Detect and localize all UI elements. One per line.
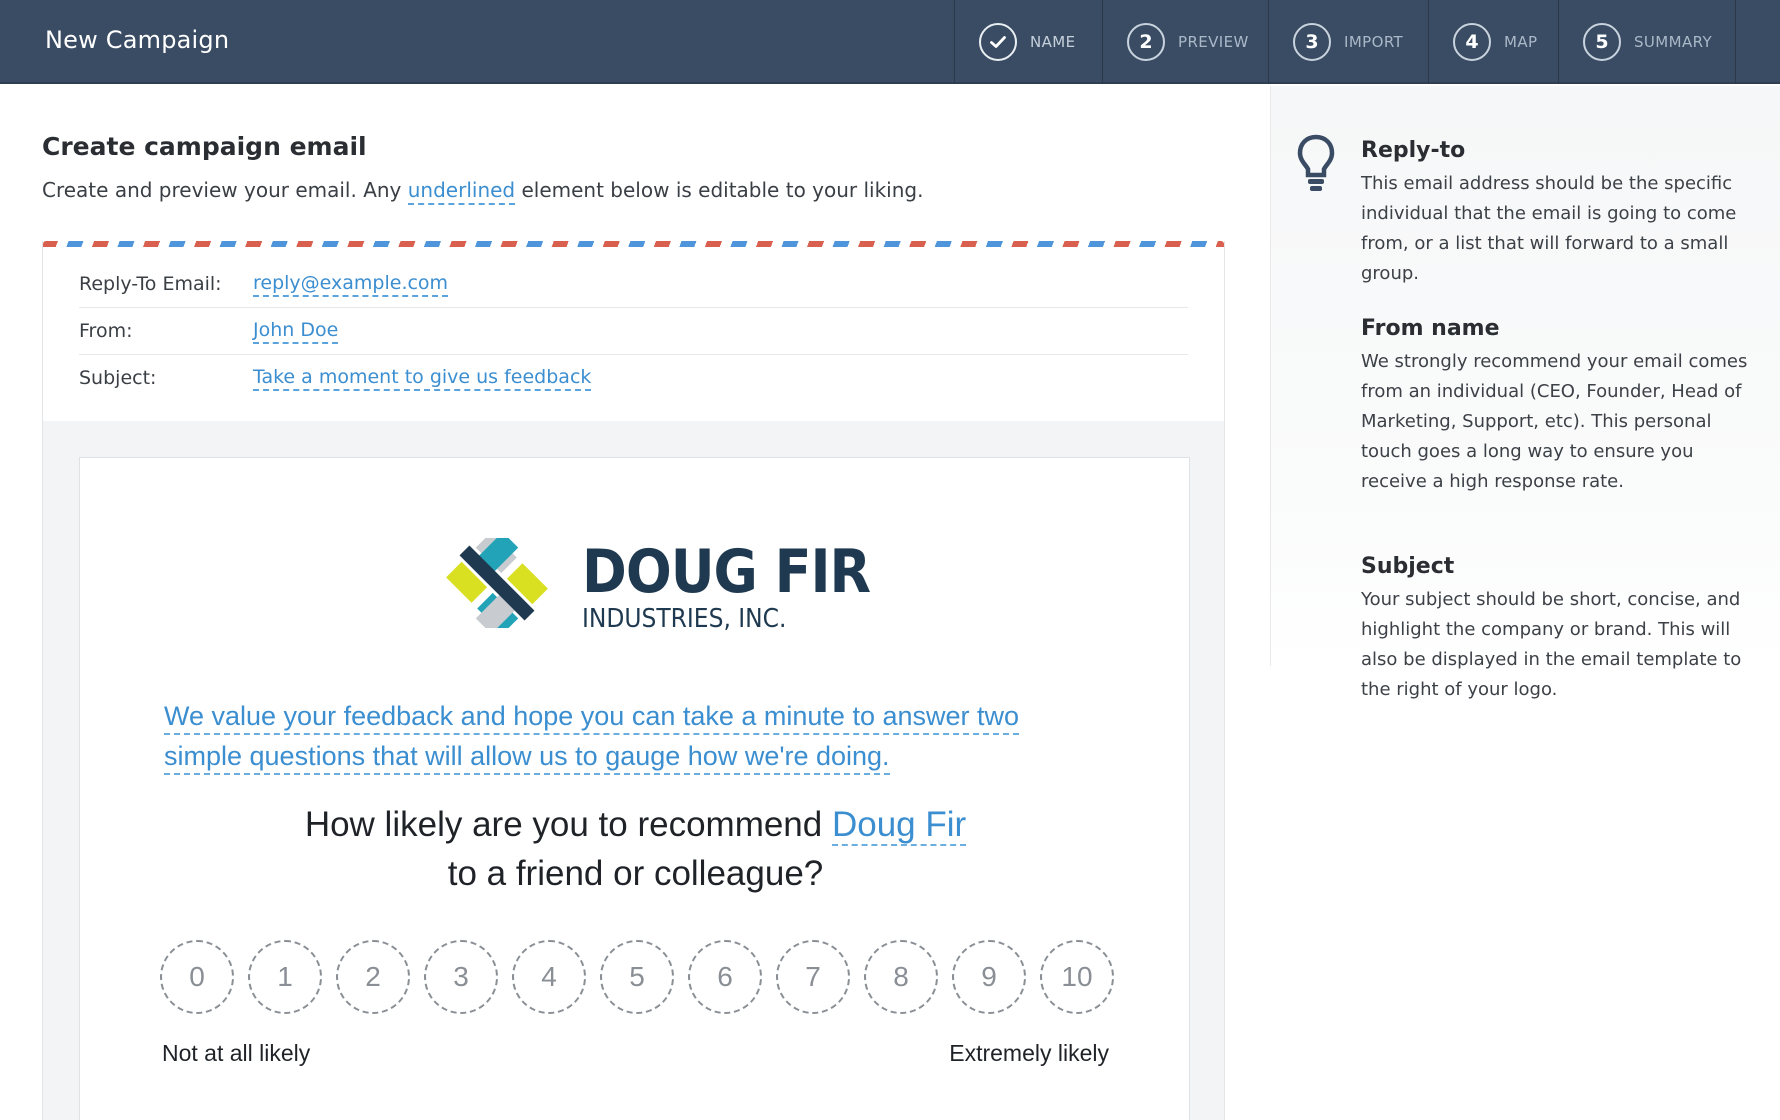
step-label: PREVIEW bbox=[1178, 33, 1249, 51]
step-label: MAP bbox=[1504, 33, 1538, 51]
intro-text-field[interactable]: We value your feedback and hope you can … bbox=[164, 696, 1104, 776]
logo-mark-icon bbox=[446, 538, 548, 628]
score-button[interactable]: 8 bbox=[864, 940, 938, 1014]
score-button[interactable]: 3 bbox=[424, 940, 498, 1014]
from-name-field[interactable]: John Doe bbox=[253, 319, 339, 344]
step-map[interactable]: 4 MAP bbox=[1428, 0, 1558, 84]
tip-body: Your subject should be short, concise, a… bbox=[1361, 589, 1742, 700]
reply-to-row: Reply-To Email: reply@example.com bbox=[79, 261, 1188, 308]
tip-from-name: From name We strongly recommend your ema… bbox=[1361, 316, 1751, 497]
tip-title: Reply-to bbox=[1361, 138, 1466, 163]
logo-company-name: DOUG FIR bbox=[582, 537, 871, 607]
scale-high-label: Extremely likely bbox=[949, 1040, 1109, 1066]
step-label: IMPORT bbox=[1344, 33, 1404, 51]
tip-body: This email address should be the specifi… bbox=[1361, 173, 1737, 284]
tip-title: From name bbox=[1361, 316, 1500, 341]
step-number: 3 bbox=[1293, 23, 1331, 61]
question-text: to a friend or colleague? bbox=[447, 854, 824, 893]
nps-scale: 0 1 2 3 4 5 6 7 8 9 10 bbox=[160, 940, 1114, 1014]
score-button[interactable]: 9 bbox=[952, 940, 1026, 1014]
wizard-steps: NAME 2 PREVIEW 3 IMPORT 4 MAP 5 SUMMARY bbox=[954, 0, 1736, 84]
nps-question: How likely are you to recommend Doug Fir… bbox=[80, 800, 1191, 898]
email-header-fields: Reply-To Email: reply@example.com From: … bbox=[43, 247, 1224, 421]
step-preview[interactable]: 2 PREVIEW bbox=[1102, 0, 1268, 84]
question-text: How likely are you to recommend bbox=[304, 805, 832, 844]
from-row: From: John Doe bbox=[79, 308, 1188, 355]
check-icon bbox=[979, 23, 1017, 61]
step-number: 2 bbox=[1127, 23, 1165, 61]
page-title: New Campaign bbox=[45, 26, 230, 54]
score-button[interactable]: 5 bbox=[600, 940, 674, 1014]
subject-field[interactable]: Take a moment to give us feedback bbox=[253, 366, 592, 391]
tip-title: Subject bbox=[1361, 554, 1455, 579]
score-button[interactable]: 10 bbox=[1040, 940, 1114, 1014]
tips-panel: Reply-to This email address should be th… bbox=[1270, 86, 1780, 700]
tip-reply-to: Reply-to This email address should be th… bbox=[1361, 138, 1751, 289]
tip-body: We strongly recommend your email comes f… bbox=[1361, 351, 1748, 492]
score-button[interactable]: 1 bbox=[248, 940, 322, 1014]
top-bar: New Campaign NAME 2 PREVIEW 3 IMPORT 4 M… bbox=[0, 0, 1780, 84]
reply-to-field[interactable]: reply@example.com bbox=[253, 272, 449, 297]
score-button[interactable]: 6 bbox=[688, 940, 762, 1014]
subject-label: Subject: bbox=[79, 367, 157, 389]
intro-text: We value your feedback and hope you can … bbox=[164, 701, 1020, 775]
underlined-example-link: underlined bbox=[407, 178, 516, 205]
logo-company-suffix: INDUSTRIES, INC. bbox=[582, 604, 787, 634]
subject-row: Subject: Take a moment to give us feedba… bbox=[79, 355, 1188, 401]
desc-text: Create and preview your email. Any bbox=[42, 178, 408, 202]
email-preview-area: DOUG FIR INDUSTRIES, INC. We value your … bbox=[43, 421, 1224, 1120]
step-label: SUMMARY bbox=[1634, 33, 1713, 51]
section-description: Create and preview your email. Any under… bbox=[42, 178, 924, 205]
from-label: From: bbox=[79, 320, 133, 342]
scale-low-label: Not at all likely bbox=[162, 1040, 311, 1066]
tip-subject: Subject Your subject should be short, co… bbox=[1361, 554, 1751, 705]
step-name[interactable]: NAME bbox=[954, 0, 1102, 84]
lightbulb-icon bbox=[1297, 134, 1335, 191]
step-summary[interactable]: 5 SUMMARY bbox=[1558, 0, 1736, 84]
score-button[interactable]: 7 bbox=[776, 940, 850, 1014]
step-number: 4 bbox=[1453, 23, 1491, 61]
brand-name-field[interactable]: Doug Fir bbox=[831, 805, 967, 846]
desc-text: element below is editable to your liking… bbox=[515, 178, 924, 202]
email-editor: Reply-To Email: reply@example.com From: … bbox=[42, 241, 1225, 1120]
score-button[interactable]: 0 bbox=[160, 940, 234, 1014]
score-button[interactable]: 2 bbox=[336, 940, 410, 1014]
email-preview-card: DOUG FIR INDUSTRIES, INC. We value your … bbox=[79, 457, 1190, 1120]
section-title: Create campaign email bbox=[42, 132, 367, 161]
company-logo[interactable]: DOUG FIR INDUSTRIES, INC. bbox=[426, 537, 871, 634]
score-button[interactable]: 4 bbox=[512, 940, 586, 1014]
step-label: NAME bbox=[1030, 33, 1076, 51]
reply-to-label: Reply-To Email: bbox=[79, 273, 222, 295]
step-number: 5 bbox=[1583, 23, 1621, 61]
logo-text: DOUG FIR INDUSTRIES, INC. bbox=[582, 537, 871, 634]
step-import[interactable]: 3 IMPORT bbox=[1268, 0, 1428, 84]
